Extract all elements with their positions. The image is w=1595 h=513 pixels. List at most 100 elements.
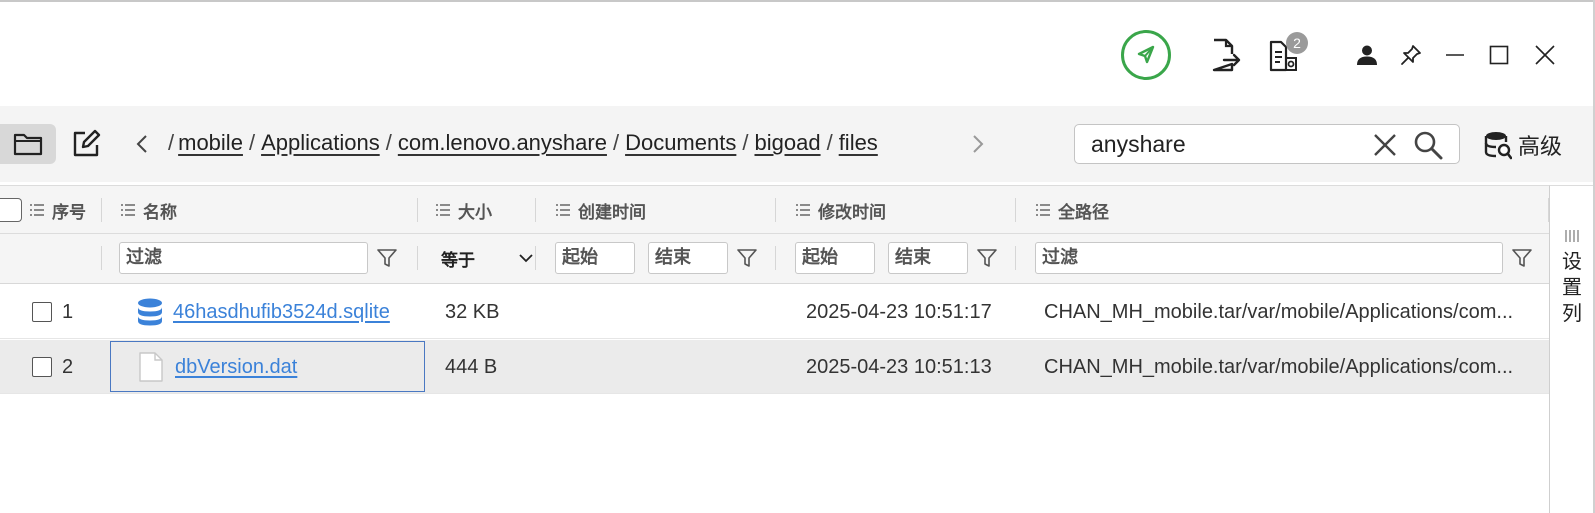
column-separator <box>101 246 102 270</box>
search-box <box>1074 124 1460 164</box>
filter-icon <box>977 249 997 267</box>
user-button[interactable] <box>1352 40 1382 70</box>
size-operator-select[interactable]: 等于 <box>441 242 535 274</box>
set-columns-button[interactable]: 设 置 列 <box>1549 185 1593 513</box>
close-button[interactable] <box>1530 40 1560 70</box>
breadcrumb-next-button[interactable] <box>964 126 992 162</box>
maximize-button[interactable] <box>1484 40 1514 70</box>
row-name-cell: 46hasdhufib3524d.sqlite <box>137 285 417 339</box>
advanced-label: 高级 <box>1518 135 1563 160</box>
row-name-cell: dbVersion.dat <box>139 340 419 394</box>
file-name-link[interactable]: dbVersion.dat <box>175 356 297 379</box>
set-columns-char: 设 <box>1562 249 1582 273</box>
column-separator[interactable] <box>417 198 418 222</box>
pin-button[interactable] <box>1396 40 1426 70</box>
column-separator[interactable] <box>101 198 102 222</box>
breadcrumb-item-mobile[interactable]: mobile <box>178 130 243 155</box>
column-header-modified[interactable]: 修改时间 <box>796 186 886 234</box>
file-table: 序号 名称 大小 创建时间 修改时间 全路径 过滤 等于 起始 结束 起始 结束… <box>0 185 1549 513</box>
row-size: 32 KB <box>445 300 500 323</box>
file-icon <box>139 352 163 382</box>
column-label: 修改时间 <box>818 202 886 223</box>
columns-icon <box>1565 230 1579 242</box>
column-menu-icon <box>1036 204 1050 216</box>
name-filter-button[interactable] <box>375 246 399 270</box>
rocket-icon <box>1137 45 1155 64</box>
minimize-button[interactable] <box>1440 40 1470 70</box>
table-row[interactable]: 2 dbVersion.dat 444 B 2025-04-23 10:51:1… <box>0 340 1549 394</box>
created-start-input[interactable]: 起始 <box>555 242 635 274</box>
search-input[interactable] <box>1091 130 1361 158</box>
path-filter-button[interactable] <box>1510 246 1534 270</box>
breadcrumb-separator: / <box>742 130 749 155</box>
breadcrumb-prev-button[interactable] <box>128 126 156 162</box>
close-icon <box>1535 45 1555 65</box>
breadcrumb-separator: / <box>826 130 833 155</box>
export-document-button[interactable] <box>1210 38 1242 72</box>
name-filter-input[interactable]: 过滤 <box>119 242 368 274</box>
row-modified: 2025-04-23 10:51:13 <box>806 355 992 378</box>
open-folder-button[interactable] <box>0 124 56 164</box>
column-header-size[interactable]: 大小 <box>436 186 492 234</box>
breadcrumb-item-package[interactable]: com.lenovo.anyshare <box>398 130 607 155</box>
column-label: 大小 <box>458 202 492 223</box>
row-seq: 2 <box>62 355 74 378</box>
column-header-name[interactable]: 名称 <box>121 186 177 234</box>
column-header-created[interactable]: 创建时间 <box>556 186 646 234</box>
title-bar: 2 <box>0 2 1593 106</box>
edit-path-button[interactable] <box>68 126 104 162</box>
database-search-icon <box>1484 132 1512 160</box>
chevron-left-icon <box>136 135 147 153</box>
path-filter-input[interactable]: 过滤 <box>1035 242 1503 274</box>
modified-end-input[interactable]: 结束 <box>888 242 968 274</box>
column-menu-icon <box>556 204 570 216</box>
clear-icon <box>1374 134 1396 156</box>
search-button[interactable] <box>1411 129 1445 161</box>
column-label: 全路径 <box>1058 202 1109 223</box>
modified-filter-button[interactable] <box>975 246 999 270</box>
row-checkbox[interactable] <box>32 357 52 377</box>
breadcrumb-item-documents[interactable]: Documents <box>625 130 736 155</box>
column-separator <box>1015 246 1016 270</box>
breadcrumb-item-bigoad[interactable]: bigoad <box>754 130 820 155</box>
column-label: 名称 <box>143 202 177 223</box>
column-menu-icon <box>436 204 450 216</box>
chevron-down-icon <box>519 254 533 263</box>
filter-row: 过滤 等于 起始 结束 起始 结束 过滤 <box>0 234 1549 284</box>
breadcrumb-separator: / <box>612 130 620 155</box>
created-end-input[interactable]: 结束 <box>648 242 728 274</box>
table-header: 序号 名称 大小 创建时间 修改时间 全路径 <box>0 185 1549 234</box>
column-separator[interactable] <box>775 198 776 222</box>
breadcrumb-separator: / <box>248 130 256 155</box>
column-header-path[interactable]: 全路径 <box>1036 186 1109 234</box>
column-separator[interactable] <box>535 198 536 222</box>
folder-icon <box>13 133 43 156</box>
breadcrumb: / mobile / Applications / com.lenovo.anyshare… <box>168 130 938 162</box>
row-created <box>556 285 766 339</box>
chevron-right-icon <box>973 135 984 153</box>
rocket-button[interactable] <box>1121 30 1171 80</box>
advanced-search-button[interactable]: 高级 <box>1484 128 1580 162</box>
edit-icon <box>73 129 101 157</box>
path-toolbar: / mobile / Applications / com.lenovo.anyshare… <box>0 106 1593 182</box>
user-icon <box>1357 45 1377 65</box>
column-separator <box>535 246 536 270</box>
row-modified: 2025-04-23 10:51:17 <box>806 300 992 323</box>
file-name-link[interactable]: 46hasdhufib3524d.sqlite <box>173 301 390 324</box>
clear-search-button[interactable] <box>1371 131 1399 159</box>
breadcrumb-item-applications[interactable]: Applications <box>261 130 380 155</box>
notification-badge: 2 <box>1286 32 1308 54</box>
column-separator <box>775 246 776 270</box>
modified-start-input[interactable]: 起始 <box>795 242 875 274</box>
set-columns-label: 设 置 列 <box>1550 248 1594 326</box>
created-filter-button[interactable] <box>735 246 759 270</box>
filter-icon <box>1512 249 1532 267</box>
size-operator-value: 等于 <box>441 250 475 271</box>
breadcrumb-item-files[interactable]: files <box>839 130 878 155</box>
table-row[interactable]: 1 46hasdhufib3524d.sqlite 32 KB 2025-04-… <box>0 285 1549 339</box>
column-header-seq[interactable]: 序号 <box>30 186 86 234</box>
column-separator[interactable] <box>1015 198 1016 222</box>
select-all-checkbox[interactable] <box>0 198 22 222</box>
row-checkbox[interactable] <box>32 302 52 322</box>
row-seq: 1 <box>62 300 74 323</box>
